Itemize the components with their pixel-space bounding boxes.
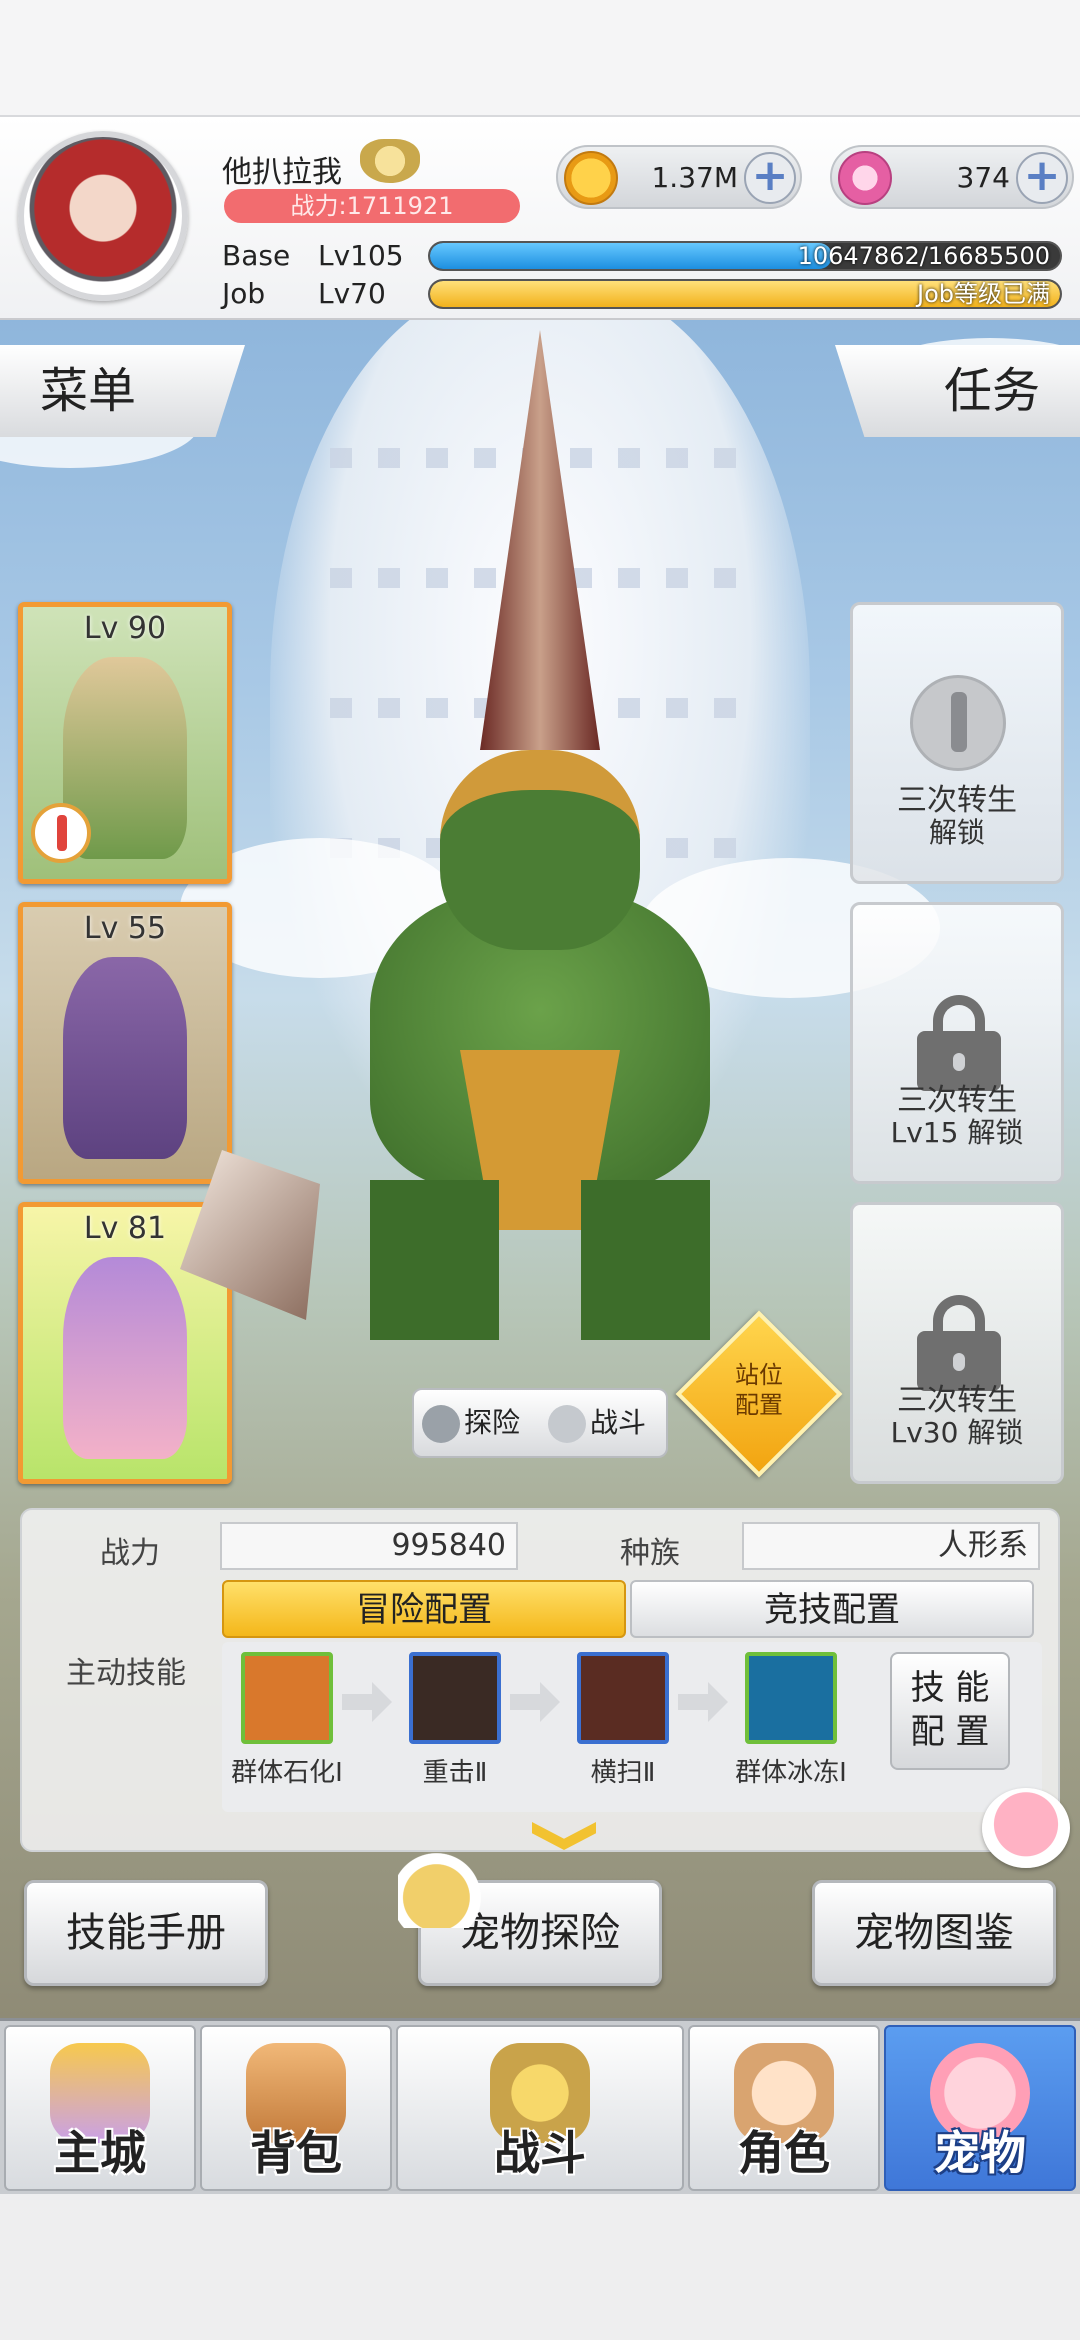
rebirth-slot-requirement: Lv15 解锁 xyxy=(890,1116,1024,1149)
pet-model[interactable] xyxy=(180,330,750,1340)
tab-arena-config[interactable]: 竞技配置 xyxy=(630,1580,1034,1638)
poring-assistant-icon[interactable] xyxy=(982,1788,1070,1868)
pet-figure xyxy=(63,1257,187,1459)
mode-switch[interactable]: 探险 战斗 xyxy=(412,1388,668,1458)
race-label: 种族 xyxy=(620,1536,680,1571)
sword-icon xyxy=(31,803,91,863)
skill-name: 重击Ⅱ xyxy=(422,1758,488,1788)
job-label: Job xyxy=(222,277,266,310)
coin-icon xyxy=(564,151,618,205)
stance-config-label: 站位 配置 xyxy=(700,1360,818,1420)
nav-label: 主城 xyxy=(54,2126,146,2180)
active-skills-label: 主动技能 xyxy=(66,1656,186,1691)
petrify-skill-icon xyxy=(241,1652,333,1744)
nav-pet[interactable]: 宠物 xyxy=(884,2025,1076,2191)
status-bar-area xyxy=(0,0,1080,115)
add-gems-button[interactable]: + xyxy=(1016,152,1068,204)
rebirth-slot-1[interactable]: 三次转生 解锁 xyxy=(850,602,1064,884)
skill-book-button[interactable]: 技能手册 xyxy=(24,1880,268,1986)
power-value: 995840 xyxy=(220,1522,518,1570)
race-value: 人形系 xyxy=(742,1522,1040,1570)
player-name: 他扒拉我 xyxy=(222,155,342,190)
heavy-strike-skill-icon xyxy=(409,1652,501,1744)
nav-character[interactable]: 角色 xyxy=(688,2025,880,2191)
skill-config-line-2: 配 置 xyxy=(910,1712,990,1752)
pet-card-1[interactable]: Lv 90 xyxy=(18,602,232,884)
pet-card-2[interactable]: Lv 55 xyxy=(18,902,232,1184)
skill-name: 横扫Ⅱ xyxy=(590,1758,656,1788)
job-level: Lv70 xyxy=(318,277,386,310)
nav-main-city[interactable]: 主城 xyxy=(4,2025,196,2191)
pet-info-panel: 战力 995840 种族 人形系 主动技能 冒险配置 竞技配置 群体石化Ⅰ 重击… xyxy=(20,1508,1060,1852)
pet-codex-button[interactable]: 宠物图鉴 xyxy=(812,1880,1056,1986)
nav-label: 背包 xyxy=(250,2126,342,2180)
nav-label: 战斗 xyxy=(494,2126,586,2180)
skill-name: 群体石化Ⅰ xyxy=(231,1758,343,1788)
rebirth-slot-3[interactable]: 三次转生 Lv30 解锁 xyxy=(850,1202,1064,1484)
battle-mode-option[interactable]: 战斗 xyxy=(548,1390,646,1456)
rebirth-slot-requirement: Lv30 解锁 xyxy=(890,1416,1024,1449)
menu-tab[interactable]: 菜单 xyxy=(0,345,245,437)
skill-slot-4[interactable]: 群体冰冻Ⅰ xyxy=(726,1652,856,1789)
player-header: 他扒拉我 战力:1711921 1.37M + 374 + Base Lv105… xyxy=(0,115,1080,320)
bottom-nav: 主城 背包 战斗 角色 宠物 xyxy=(0,2018,1080,2194)
vip-badge-icon[interactable] xyxy=(360,139,420,183)
rebirth-slot-requirement: 解锁 xyxy=(928,816,985,849)
explore-label: 探险 xyxy=(464,1406,521,1439)
helmet-icon xyxy=(422,1405,460,1443)
quest-tab[interactable]: 任务 xyxy=(835,345,1080,437)
skill-slot-2[interactable]: 重击Ⅱ xyxy=(390,1652,520,1789)
tab-adventure-config[interactable]: 冒险配置 xyxy=(222,1580,626,1638)
player-power: 战力:1711921 xyxy=(224,189,520,223)
base-exp-bar: 10647862/16685500 xyxy=(428,241,1062,271)
skill-slot-3[interactable]: 横扫Ⅱ xyxy=(558,1652,688,1789)
nav-battle[interactable]: 战斗 xyxy=(396,2025,684,2191)
skill-row: 群体石化Ⅰ 重击Ⅱ 横扫Ⅱ 群体冰冻Ⅰ 技 能 配 置 xyxy=(222,1642,1042,1812)
stance-line-1: 站位 xyxy=(735,1361,783,1389)
job-exp-text: Job等级已满 xyxy=(917,280,1050,308)
skill-config-line-1: 技 能 xyxy=(910,1668,990,1708)
base-exp-text: 10647862/16685500 xyxy=(797,242,1050,270)
freeze-skill-icon xyxy=(745,1652,837,1744)
gem-value: 374 xyxy=(956,161,1010,194)
skill-name: 群体冰冻Ⅰ xyxy=(735,1758,847,1788)
pet-figure xyxy=(63,957,187,1159)
base-exp-fill xyxy=(430,243,832,269)
player-avatar[interactable] xyxy=(18,131,188,301)
gem-icon xyxy=(838,151,892,205)
navigation-bar-area xyxy=(0,2194,1080,2340)
pet-level: Lv 55 xyxy=(83,911,167,946)
lock-icon xyxy=(917,1295,1001,1391)
sweep-skill-icon xyxy=(577,1652,669,1744)
power-label: 战力 xyxy=(100,1536,160,1571)
chevron-down-icon[interactable] xyxy=(532,1822,596,1850)
job-exp-bar: Job等级已满 xyxy=(428,279,1062,309)
base-label: Base xyxy=(222,239,291,272)
add-zeny-button[interactable]: + xyxy=(744,152,796,204)
sword-icon xyxy=(548,1405,586,1443)
battle-label: 战斗 xyxy=(590,1406,647,1439)
explore-mode-option[interactable]: 探险 xyxy=(422,1390,520,1456)
stance-line-2: 配置 xyxy=(735,1391,783,1419)
zeny-display: 1.37M + xyxy=(556,145,802,209)
pet-level: Lv 90 xyxy=(83,611,167,646)
rebirth-slot-2[interactable]: 三次转生 Lv15 解锁 xyxy=(850,902,1064,1184)
base-level: Lv105 xyxy=(318,239,404,272)
nav-label: 宠物 xyxy=(934,2126,1026,2180)
lock-icon xyxy=(917,995,1001,1091)
gem-display: 374 + xyxy=(830,145,1074,209)
sword-icon xyxy=(910,675,1006,771)
zeny-value: 1.37M xyxy=(651,161,738,194)
skill-config-button[interactable]: 技 能 配 置 xyxy=(890,1652,1010,1770)
nav-bag[interactable]: 背包 xyxy=(200,2025,392,2191)
winged-helmet-icon xyxy=(398,1852,494,1928)
skill-slot-1[interactable]: 群体石化Ⅰ xyxy=(222,1652,352,1789)
nav-label: 角色 xyxy=(738,2126,830,2180)
